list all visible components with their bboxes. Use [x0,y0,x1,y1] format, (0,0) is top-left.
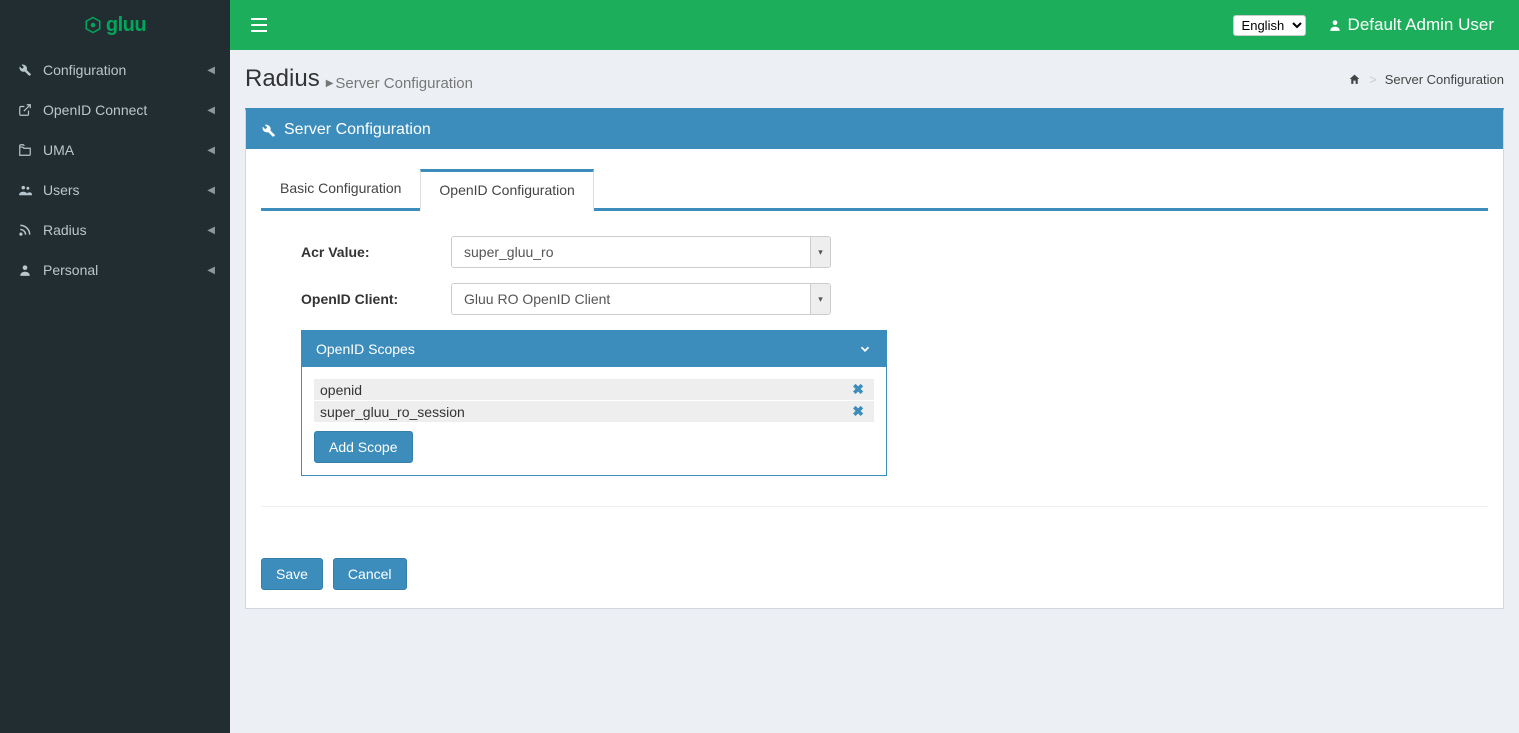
external-link-icon [15,103,35,117]
acr-value-label: Acr Value: [261,244,451,260]
user-icon [15,263,35,277]
config-tabs: Basic Configuration OpenID Configuration [261,169,1488,211]
wrench-icon [261,123,276,138]
chevron-left-icon: ◀ [207,225,215,236]
tab-openid-configuration[interactable]: OpenID Configuration [420,169,593,211]
hamburger-icon[interactable] [245,12,273,38]
acr-value-select[interactable]: super_gluu_ro ▾ [451,236,831,268]
chevron-left-icon: ◀ [207,65,215,76]
sidebar: gluu Configuration ◀ OpenID Connect ◀ UM… [0,0,230,733]
chevron-left-icon: ◀ [207,105,215,116]
topbar: English Default Admin User [230,0,1519,50]
openid-scopes-header: OpenID Scopes [302,331,886,367]
gluu-logo-icon [84,16,102,34]
sidebar-item-label: Configuration [43,62,207,78]
user-icon [1328,18,1342,32]
chevron-down-icon[interactable] [858,342,872,356]
sidebar-item-label: OpenID Connect [43,102,207,118]
openid-client-label: OpenID Client: [261,291,451,307]
wrench-icon [15,63,35,77]
users-icon [15,183,35,197]
panel-title: Server Configuration [284,121,431,139]
chevron-left-icon: ◀ [207,185,215,196]
triangle-right-icon: ▶ [326,78,334,89]
remove-scope-icon[interactable]: ✖ [848,403,868,420]
scope-row: super_gluu_ro_session ✖ [314,401,874,422]
chevron-left-icon: ◀ [207,265,215,276]
page-subtitle: ▶Server Configuration [326,75,473,92]
sidebar-item-label: Radius [43,222,207,238]
openid-scopes-panel: OpenID Scopes openid ✖ super_gluu_ro_ses… [301,330,887,476]
scope-row: openid ✖ [314,379,874,400]
breadcrumb: > Server Configuration [1348,72,1504,87]
page-title: Radius [245,65,320,93]
divider [261,506,1488,507]
tab-basic-configuration[interactable]: Basic Configuration [261,169,420,211]
brand-logo[interactable]: gluu [0,0,230,50]
server-config-panel: Server Configuration Basic Configuration… [245,108,1504,609]
cancel-button[interactable]: Cancel [333,558,407,590]
language-select[interactable]: English [1233,15,1306,36]
breadcrumb-separator: > [1369,72,1377,87]
brand-text: gluu [106,14,146,37]
home-icon[interactable] [1348,73,1361,86]
panel-header: Server Configuration [246,111,1503,149]
remove-scope-icon[interactable]: ✖ [848,381,868,398]
user-menu[interactable]: Default Admin User [1318,0,1504,50]
openid-client-select[interactable]: Gluu RO OpenID Client ▾ [451,283,831,315]
breadcrumb-current: Server Configuration [1385,72,1504,87]
sidebar-item-label: Users [43,182,207,198]
sidebar-item-label: Personal [43,262,207,278]
scope-name: super_gluu_ro_session [320,404,848,420]
chevron-down-icon: ▾ [810,237,830,267]
rss-icon [15,223,35,237]
sidebar-item-users[interactable]: Users ◀ [0,170,230,210]
add-scope-button[interactable]: Add Scope [314,431,413,463]
save-button[interactable]: Save [261,558,323,590]
sidebar-item-configuration[interactable]: Configuration ◀ [0,50,230,90]
sidebar-item-radius[interactable]: Radius ◀ [0,210,230,250]
openid-client-selected: Gluu RO OpenID Client [452,284,810,314]
sidebar-nav: Configuration ◀ OpenID Connect ◀ UMA ◀ U… [0,50,230,290]
sidebar-item-uma[interactable]: UMA ◀ [0,130,230,170]
scope-name: openid [320,382,848,398]
sidebar-item-openid-connect[interactable]: OpenID Connect ◀ [0,90,230,130]
sidebar-item-label: UMA [43,142,207,158]
openid-scopes-title: OpenID Scopes [316,341,415,357]
folder-open-icon [15,143,35,157]
chevron-left-icon: ◀ [207,145,215,156]
sidebar-item-personal[interactable]: Personal ◀ [0,250,230,290]
chevron-down-icon: ▾ [810,284,830,314]
user-name: Default Admin User [1348,15,1494,35]
acr-value-selected: super_gluu_ro [452,237,810,267]
